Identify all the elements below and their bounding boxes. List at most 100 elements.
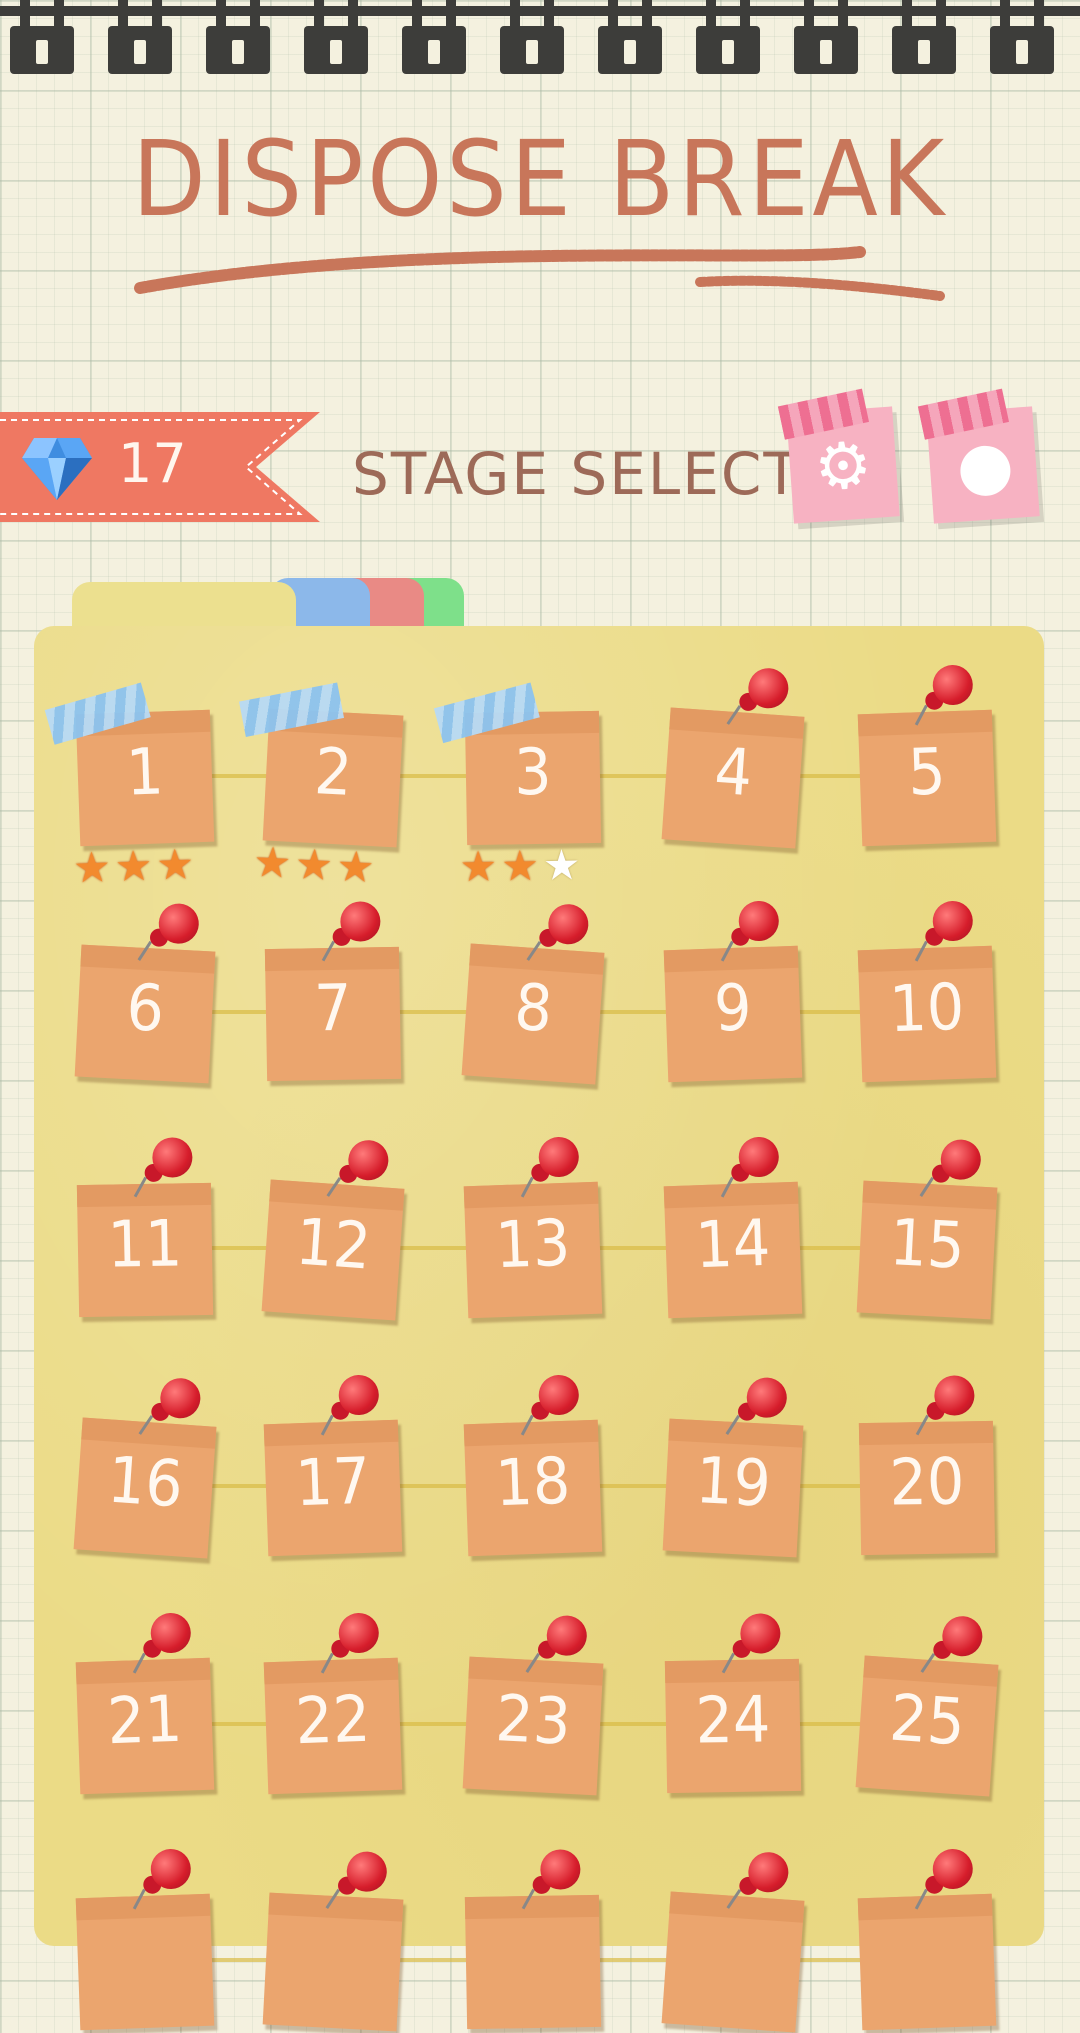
empty-star-icon: ★	[542, 840, 581, 890]
binder-ring	[696, 0, 760, 74]
stage-card[interactable]: 14	[663, 1136, 803, 1319]
pushpin-icon	[320, 1610, 382, 1676]
stage-card[interactable]: 12	[261, 1138, 405, 1321]
stage-note	[75, 1893, 215, 2031]
stage-number: 18	[494, 1444, 572, 1522]
filled-star-icon: ★	[459, 841, 498, 892]
stage-card[interactable]: 11	[76, 1137, 214, 1318]
stage-number: 17	[294, 1444, 372, 1522]
stage-card[interactable]: 17	[263, 1374, 403, 1557]
stage-card[interactable]: 24	[664, 1613, 802, 1794]
game-title: DISPOSE BREAK	[132, 118, 948, 240]
pushpin-icon	[133, 1135, 195, 1200]
stage-card[interactable]	[857, 1848, 997, 2031]
binder-ring	[500, 0, 564, 74]
stage-card[interactable]: 3 ★★★	[433, 682, 602, 891]
pushpin-icon	[325, 1848, 390, 1915]
pushpin-icon	[914, 1846, 976, 1912]
stage-select-heading: STAGE SELECT	[352, 440, 801, 508]
stage-card[interactable]	[75, 1848, 215, 2031]
pushpin-icon	[132, 1610, 194, 1676]
stage-card[interactable]: 4	[661, 666, 805, 849]
pushpin-icon	[915, 1373, 977, 1438]
pushpin-icon	[914, 662, 976, 728]
stage-number: 23	[493, 1682, 573, 1760]
filled-star-icon: ★	[293, 839, 335, 891]
pushpin-icon	[138, 1374, 204, 1442]
stage-note	[464, 1894, 602, 2030]
stage-number: 8	[512, 970, 555, 1048]
binder-ring	[598, 0, 662, 74]
binder-ring	[794, 0, 858, 74]
pushpin-icon	[920, 1612, 986, 1680]
stage-number: 7	[313, 971, 353, 1047]
pushpin-icon	[132, 1846, 194, 1912]
pushpin-icon	[521, 1847, 583, 1912]
stage-card[interactable]: 1 ★★★	[44, 682, 215, 893]
stage-number: 1	[124, 735, 165, 811]
record-icon	[958, 444, 1013, 498]
record-button[interactable]	[917, 388, 1040, 524]
stage-card[interactable]: 5	[857, 664, 997, 847]
stage-number: 20	[888, 1445, 966, 1521]
stage-card[interactable]	[661, 1850, 805, 2033]
settings-button[interactable]: ⚙	[777, 388, 900, 524]
stage-number: 21	[106, 1682, 184, 1760]
binder-ring	[304, 0, 368, 74]
stage-number: 25	[887, 1681, 968, 1761]
stage-card[interactable]: 8	[461, 902, 605, 1085]
stage-card[interactable]: 9	[663, 900, 803, 1083]
title-underline-scribble	[134, 246, 945, 301]
star-rating: ★★★	[72, 839, 198, 892]
stage-number: 5	[906, 735, 947, 811]
stage-card[interactable]: 22	[263, 1612, 403, 1795]
stage-number: 4	[712, 734, 755, 812]
filled-star-icon: ★	[500, 840, 540, 891]
star-rating: ★★★	[252, 836, 379, 893]
stage-folder: 1 ★★★ 2 ★★★ 3 ★★★ 4 5 6 7 8 9 10 11 12 13 14 15 16 17 18 19 20…	[34, 626, 1044, 2033]
pushpin-icon	[321, 899, 383, 964]
stage-card[interactable]: 2 ★★★	[238, 682, 404, 892]
stage-card[interactable]: 25	[855, 1614, 999, 1797]
stage-number: 15	[887, 1206, 967, 1284]
stage-number: 19	[693, 1444, 773, 1522]
stage-card[interactable]: 16	[73, 1376, 217, 1559]
stage-card[interactable]: 18	[463, 1374, 603, 1557]
pushpin-icon	[726, 1848, 792, 1916]
stage-number: 22	[294, 1682, 372, 1760]
stage-card[interactable]	[464, 1849, 602, 2030]
stage-card[interactable]: 10	[857, 900, 997, 1083]
stage-card[interactable]: 6	[74, 902, 216, 1084]
binder-ring	[206, 0, 270, 74]
stage-card[interactable]: 21	[75, 1612, 215, 1795]
stage-card[interactable]: 13	[463, 1136, 603, 1319]
pushpin-icon	[520, 1134, 582, 1200]
stage-card[interactable]: 20	[858, 1375, 996, 1556]
binder-rings	[0, 0, 1080, 80]
filled-star-icon: ★	[335, 841, 376, 893]
pushpin-icon	[137, 900, 202, 967]
stage-number: 12	[293, 1205, 374, 1285]
binder-ring	[990, 0, 1054, 74]
gear-icon: ⚙	[811, 428, 875, 506]
filled-star-icon: ★	[252, 836, 293, 888]
pushpin-icon	[919, 1136, 984, 1203]
pushpin-icon	[720, 1134, 782, 1200]
pushpin-icon	[520, 1372, 582, 1438]
binder-ring	[892, 0, 956, 74]
stage-number: 10	[888, 970, 966, 1048]
pushpin-icon	[320, 1372, 382, 1438]
stage-card[interactable]: 23	[462, 1614, 604, 1796]
stage-card[interactable]: 19	[662, 1376, 804, 1558]
pushpin-icon	[721, 1611, 783, 1676]
stage-card[interactable]: 7	[264, 901, 402, 1082]
pushpin-icon	[914, 898, 976, 964]
stage-note	[857, 1893, 997, 2031]
pushpin-icon	[720, 898, 782, 964]
binder-ring	[108, 0, 172, 74]
pink-tape	[917, 388, 1010, 440]
stage-card[interactable]: 15	[856, 1138, 998, 1320]
gem-count: 17	[118, 432, 187, 495]
stage-card[interactable]	[262, 1850, 404, 2032]
stage-number: 16	[105, 1443, 186, 1523]
